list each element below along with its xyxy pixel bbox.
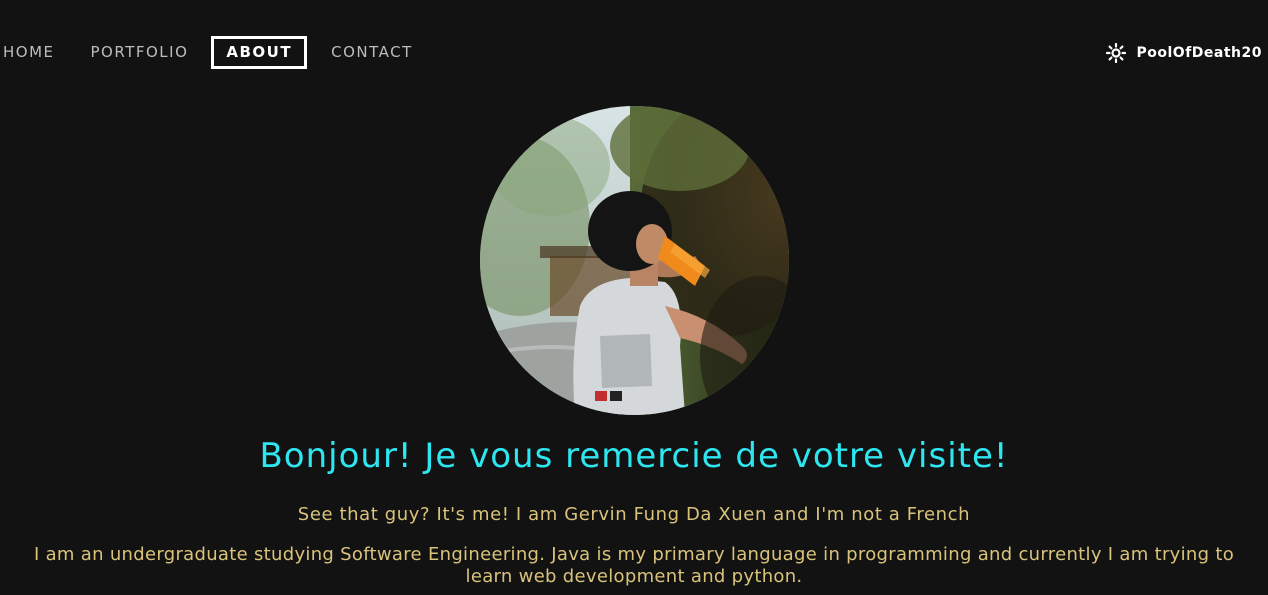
nav-portfolio[interactable]: PORTFOLIO xyxy=(91,36,189,69)
nav-contact[interactable]: CONTACT xyxy=(331,36,413,69)
profile-photo xyxy=(480,106,789,415)
main-nav: HOME PORTFOLIO ABOUT CONTACT xyxy=(0,36,413,69)
nav-home[interactable]: HOME xyxy=(3,36,55,69)
username[interactable]: PoolOfDeath20 xyxy=(1137,45,1263,61)
user-area: PoolOfDeath20 xyxy=(1105,42,1263,64)
bio-paragraph: I am an undergraduate studying Software … xyxy=(33,544,1235,587)
sun-icon[interactable] xyxy=(1105,43,1126,63)
page-heading: Bonjour! Je vous remercie de votre visit… xyxy=(259,436,1009,476)
intro-line: See that guy? It's me! I am Gervin Fung … xyxy=(297,504,971,525)
nav-about[interactable]: ABOUT xyxy=(211,36,308,69)
